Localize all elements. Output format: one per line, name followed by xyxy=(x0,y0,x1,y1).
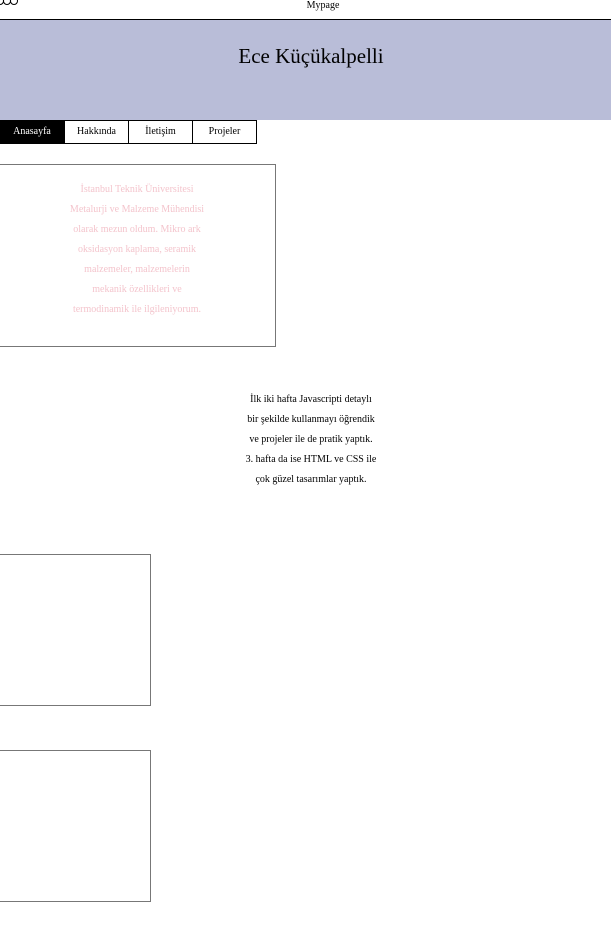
tab-projeler[interactable]: Projeler xyxy=(193,120,257,144)
top-bar: Mypage xyxy=(0,0,611,20)
empty-frame xyxy=(0,554,151,706)
page-title: Ece Küçükalpelli xyxy=(238,44,384,68)
weekly-summary-text: İlk iki hafta Javascripti detaylı bir şe… xyxy=(245,394,377,485)
empty-frame xyxy=(0,750,151,902)
site-title: Mypage xyxy=(306,0,340,11)
about-box: İstanbul Teknik Üniversitesi Metalurji v… xyxy=(0,164,276,347)
tab-iletisim[interactable]: İletişim xyxy=(129,120,193,144)
tab-hakkinda[interactable]: Hakkında xyxy=(65,120,129,144)
nav-tabs: Anasayfa Hakkında İletişim Projeler xyxy=(0,120,257,144)
tab-anasayfa[interactable]: Anasayfa xyxy=(0,120,65,144)
page: Mypage Ece Küçükalpelli Anasayfa Hakkınd… xyxy=(0,0,611,930)
about-text: İstanbul Teknik Üniversitesi Metalurji v… xyxy=(69,184,205,315)
header-banner: Ece Küçükalpelli xyxy=(0,20,611,120)
